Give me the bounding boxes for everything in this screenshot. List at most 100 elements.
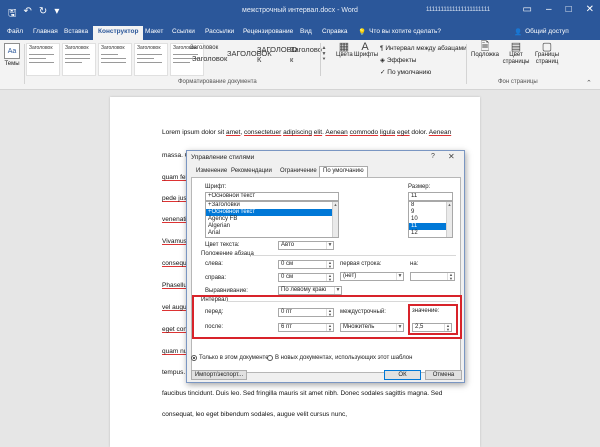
dialog-title: Управление стилями xyxy=(191,154,255,161)
style-heading-1[interactable]: Заголовок xyxy=(192,54,227,64)
font-list-item-selected[interactable]: +Основной текст xyxy=(206,209,338,216)
document-line: quam fel xyxy=(162,174,187,181)
font-list-item[interactable]: Agency FB xyxy=(206,216,338,223)
page-color-label: Цвет страницы xyxy=(502,52,530,65)
after-label: после: xyxy=(205,324,224,330)
font-list-item[interactable]: Algerian xyxy=(206,223,338,230)
ok-button[interactable]: ОК xyxy=(384,370,421,380)
page-color-button[interactable]: ▤ Цвет страницы xyxy=(502,42,530,66)
font-field[interactable]: +Основной текст xyxy=(205,192,339,201)
ribbon-tabs: Файл Главная Вставка Конструктор Макет С… xyxy=(0,25,600,40)
set-default-button[interactable]: ✓ По умолчанию xyxy=(380,68,467,76)
radio-this-document[interactable]: Только в этом документе xyxy=(191,355,269,361)
spinner-arrows-icon[interactable]: ▲ ▼ xyxy=(326,274,333,281)
spinner-arrows-icon[interactable]: ▲ ▼ xyxy=(326,309,333,316)
ribbon-display-icon[interactable]: ▭ xyxy=(523,4,532,15)
effects-button[interactable]: ◈ Эффекты xyxy=(380,56,467,64)
chevron-down-icon: ▼ xyxy=(396,273,403,280)
size-list-scrollbar[interactable]: ▲ xyxy=(446,202,452,237)
help-icon[interactable]: ? xyxy=(431,153,435,160)
right-indent-spinner[interactable]: 0 см ▲ ▼ xyxy=(278,273,334,282)
spinner-arrows-icon[interactable]: ▲ ▼ xyxy=(444,324,451,331)
by-spinner[interactable]: ▲ ▼ xyxy=(410,272,455,281)
colors-button[interactable]: ▦ Цвета xyxy=(336,41,353,59)
size-label: Размер: xyxy=(408,184,431,190)
person-icon: 👤 xyxy=(514,29,523,36)
style-gallery-item[interactable]: Заголовок xyxy=(26,43,60,76)
tab-file[interactable]: Файл xyxy=(7,28,23,35)
spacing-after-spinner[interactable]: 6 пт ▲ ▼ xyxy=(278,323,334,332)
style-line xyxy=(29,58,46,59)
page-borders-label: Границы страниц xyxy=(535,52,559,65)
style-line xyxy=(173,62,190,63)
gallery-scroll[interactable]: ▲ ▼ ⯆ xyxy=(320,43,327,76)
maximize-icon[interactable]: □ xyxy=(566,4,572,15)
tab-references[interactable]: Ссылки xyxy=(172,28,195,35)
style-heading-top[interactable]: Заголовок xyxy=(190,43,218,53)
font-list[interactable]: +Заголовки +Основной текст Agency FB Alg… xyxy=(205,201,339,238)
tab-defaults[interactable]: По умолчанию xyxy=(319,166,368,177)
colors-icon: ▦ xyxy=(338,41,350,53)
size-field[interactable]: 11 xyxy=(408,192,453,201)
alignment-dropdown[interactable]: По левому краю ▼ xyxy=(278,286,342,295)
manage-styles-dialog: Управление стилями ? ✕ Изменение Рекомен… xyxy=(186,150,465,383)
style-gallery-item[interactable]: Заголовок xyxy=(62,43,96,76)
text-color-dropdown[interactable]: Авто ▼ xyxy=(278,241,334,250)
spacing-before-spinner[interactable]: 0 пт ▲ ▼ xyxy=(278,308,334,317)
import-export-button[interactable]: Импорт/экспорт... xyxy=(191,370,247,380)
size-list[interactable]: 8 9 10 11 12 ▲ xyxy=(408,201,453,238)
ribbon: Aa Темы Заголовок Заголовок Заголовок За… xyxy=(0,40,600,90)
tab-help[interactable]: Справка xyxy=(322,28,348,35)
line-spacing-multiplier: 2,5 xyxy=(415,324,424,330)
spacing-before-value: 0 пт xyxy=(281,309,293,315)
left-indent-spinner[interactable]: 0 см ▲ ▼ xyxy=(278,260,334,269)
tab-home[interactable]: Главная xyxy=(33,28,58,35)
page-borders-icon: ▢ xyxy=(541,41,553,53)
style-gallery-item[interactable]: Заголовок xyxy=(98,43,132,76)
tab-recommend[interactable]: Рекомендации xyxy=(228,167,275,175)
share-button[interactable]: 👤 Общий доступ xyxy=(514,28,569,36)
themes-button[interactable]: Aa Темы xyxy=(3,43,21,67)
spinner-arrows-icon[interactable]: ▲ ▼ xyxy=(326,261,333,268)
tab-modify[interactable]: Изменение xyxy=(193,167,230,175)
watermark-label: Подложка xyxy=(471,52,499,58)
tab-insert[interactable]: Вставка xyxy=(64,28,88,35)
close-icon[interactable]: ✕ xyxy=(586,4,594,15)
tab-layout[interactable]: Макет xyxy=(145,28,163,35)
tab-restrict[interactable]: Ограничение xyxy=(277,167,320,175)
style-gallery-item[interactable]: Заголовок xyxy=(134,43,168,76)
first-line-dropdown[interactable]: (нет) ▼ xyxy=(340,272,404,281)
tab-review[interactable]: Рецензирование xyxy=(243,28,293,35)
style-heading-4[interactable]: Заголово к xyxy=(290,45,322,65)
chevron-down-icon: ▼ xyxy=(396,324,403,331)
document-line: tempus. xyxy=(162,369,186,376)
page-borders-button[interactable]: ▢ Границы страниц xyxy=(532,41,562,66)
font-list-item[interactable]: +Заголовки xyxy=(206,202,338,209)
paragraph-spacing-button[interactable]: ¶ Интервал между абзацами xyxy=(380,45,467,52)
line-spacing-dropdown[interactable]: Множитель ▼ xyxy=(340,323,404,332)
title-bar: 🖫 ↶ ↻ ▾ межстрочный интервал.docx - Word… xyxy=(0,0,600,25)
line-spacing-value-spinner[interactable]: 2,5 ▲ ▼ xyxy=(412,323,452,332)
font-list-item[interactable]: Arial xyxy=(206,230,338,237)
tab-view[interactable]: Вид xyxy=(300,28,312,35)
document-line: faucibus tincidunt. Duis leo. Sed fringi… xyxy=(162,390,443,397)
close-icon[interactable]: ✕ xyxy=(448,152,455,161)
font-list-scrollbar[interactable]: ▲ xyxy=(332,202,338,237)
minimize-icon[interactable]: – xyxy=(546,4,552,15)
style-line xyxy=(65,54,91,55)
radio-new-documents[interactable]: В новых документах, использующих этот ша… xyxy=(267,355,412,361)
fonts-button[interactable]: A Шрифты xyxy=(354,42,378,59)
tab-mailings[interactable]: Рассылки xyxy=(205,28,234,35)
spinner-arrows-icon[interactable]: ▲ ▼ xyxy=(447,273,454,280)
radio-this-document-label: Только в этом документе xyxy=(199,355,269,361)
collapse-ribbon-icon[interactable]: ⌃ xyxy=(586,79,592,87)
tell-me-box[interactable]: 💡 Что вы хотите сделать? xyxy=(358,28,441,36)
style-heading-3[interactable]: ЗАГОЛОВО К xyxy=(257,45,297,65)
style-item-title: Заголовок xyxy=(137,45,161,51)
spinner-arrows-icon[interactable]: ▲ ▼ xyxy=(326,324,333,331)
user-name[interactable]: 1111111111111111111111 xyxy=(426,7,490,13)
watermark-button[interactable]: 🗎 Подложка xyxy=(470,42,500,59)
cancel-button[interactable]: Отмена xyxy=(425,370,462,380)
style-heading-2[interactable]: ЗАГОЛОВОК xyxy=(227,49,272,59)
tab-design[interactable]: Конструктор xyxy=(93,26,144,40)
